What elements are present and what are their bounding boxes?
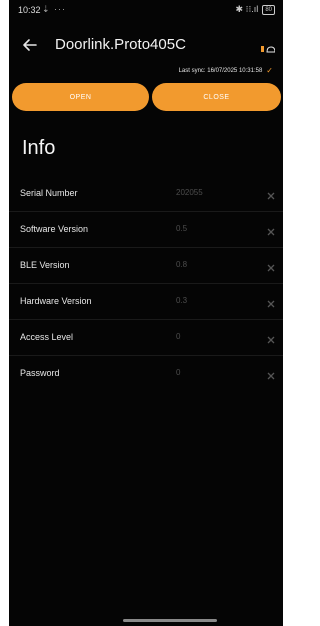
status-right-icons: ✱ ⁝⁝.ıl 80	[236, 4, 275, 15]
row-value: 0.8	[176, 260, 188, 269]
row-label: Password	[20, 368, 60, 378]
battery-icon: 80	[262, 4, 275, 15]
row-value: 0	[176, 332, 181, 341]
row-value: 0.3	[176, 296, 188, 305]
info-heading: Info	[22, 137, 56, 159]
home-indicator[interactable]	[123, 619, 217, 622]
info-row-ble-version: BLE Version 0.8	[9, 248, 283, 284]
last-sync: Last sync: 16/07/2025 10:31:58 ✓	[179, 66, 273, 75]
open-button[interactable]: OPEN	[12, 83, 149, 111]
status-time: 10:32	[18, 5, 41, 15]
status-bar: 10:32 ⇣ ··· ✱ ⁝⁝.ıl 80	[9, 0, 283, 22]
close-icon[interactable]	[266, 368, 276, 380]
row-value: 202055	[176, 188, 203, 197]
row-label: Software Version	[20, 224, 89, 234]
back-arrow-icon[interactable]	[21, 36, 39, 54]
info-row-hardware-version: Hardware Version 0.3	[9, 284, 283, 320]
status-notification-icons: ⇣ ···	[42, 4, 67, 14]
info-row-password: Password 0	[9, 356, 283, 391]
row-value: 0	[176, 368, 181, 377]
info-row-software-version: Software Version 0.5	[9, 212, 283, 248]
info-row-serial-number: Serial Number 202055	[9, 176, 283, 212]
info-row-access-level: Access Level 0	[9, 320, 283, 356]
row-value: 0.5	[176, 224, 188, 233]
close-icon[interactable]	[266, 296, 276, 308]
close-icon[interactable]	[266, 260, 276, 272]
device-status-icon[interactable]	[261, 41, 276, 53]
info-list: Serial Number 202055 Software Version 0.…	[9, 176, 283, 391]
app-screen: 10:32 ⇣ ··· ✱ ⁝⁝.ıl 80 Doorlink.Proto405…	[9, 0, 283, 626]
close-icon[interactable]	[266, 332, 276, 344]
close-icon[interactable]	[266, 224, 276, 236]
checkmark-icon: ✓	[266, 66, 273, 75]
row-label: BLE Version	[20, 260, 70, 270]
device-title: Doorlink.Proto405C	[55, 36, 186, 53]
row-label: Hardware Version	[20, 296, 92, 306]
row-label: Serial Number	[20, 188, 78, 198]
close-button[interactable]: CLOSE	[152, 83, 281, 111]
row-label: Access Level	[20, 332, 74, 342]
last-sync-text: Last sync: 16/07/2025 10:31:58	[178, 67, 263, 74]
close-icon[interactable]	[266, 188, 276, 200]
signal-icon: ✱ ⁝⁝.ıl	[235, 4, 259, 14]
